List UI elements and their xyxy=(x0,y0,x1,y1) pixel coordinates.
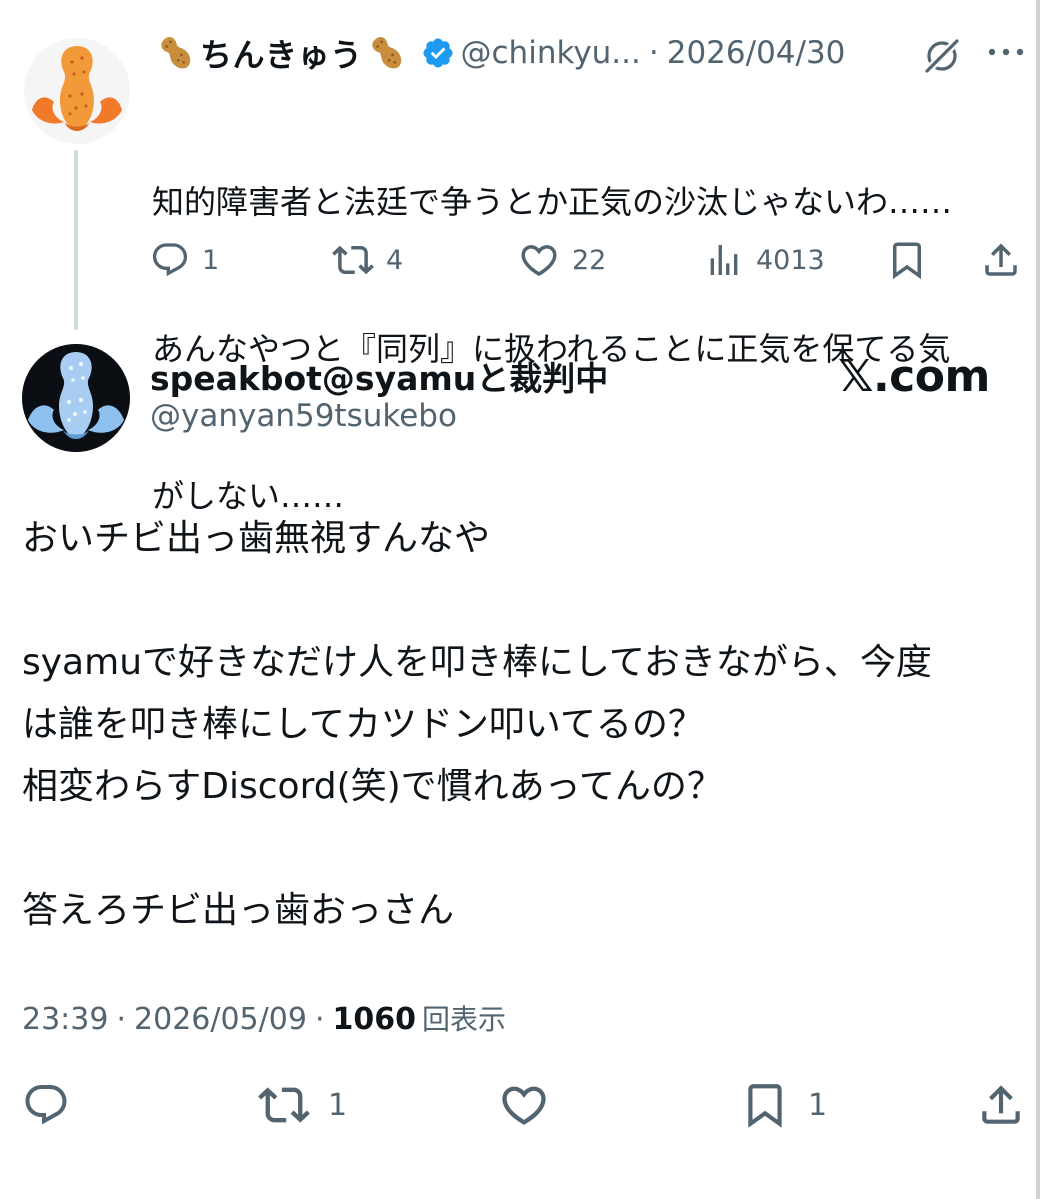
repost-icon xyxy=(258,1087,310,1123)
peanut-emoji-icon xyxy=(366,32,408,74)
main-author-avatar[interactable] xyxy=(22,344,130,452)
tweet-paragraph: syamuで好きなだけ人を叩き棒にしておきながら、今度 は誰を叩き棒にしてカツド… xyxy=(22,632,1022,818)
share-icon xyxy=(985,243,1017,276)
header-separator: · xyxy=(648,35,659,71)
parent-reply-button[interactable]: 1 xyxy=(150,236,219,284)
meta-separator: · xyxy=(116,1002,127,1037)
parent-repost-button[interactable]: 4 xyxy=(332,236,403,284)
reply-icon xyxy=(25,1085,67,1125)
like-icon xyxy=(521,245,557,277)
peanut-emoji-icon xyxy=(155,32,197,74)
x-com-logo: 𝕏.com xyxy=(838,350,990,402)
tweet-views-count: 1060 xyxy=(332,1002,416,1037)
main-author-handle[interactable]: @yanyan59tsukebo xyxy=(150,398,457,434)
tweet-line: 答えろチビ出っ歯おっさん xyxy=(22,890,455,931)
repost-count: 4 xyxy=(386,244,404,276)
tweet-paragraph: おいチビ出っ歯無視すんなや xyxy=(22,508,1022,570)
parent-bookmark-button[interactable] xyxy=(886,236,928,284)
main-like-button[interactable] xyxy=(498,1078,550,1132)
share-icon xyxy=(982,1085,1020,1124)
main-share-button[interactable] xyxy=(976,1078,1026,1132)
bookmark-icon xyxy=(893,242,921,280)
like-icon xyxy=(502,1086,546,1125)
main-bookmark-button[interactable]: 1 xyxy=(740,1078,827,1132)
scrollbar[interactable] xyxy=(1036,0,1040,1199)
parent-tweet-text: 知的障害者と法廷で争うとか正気の沙汰じゃないわ…… あんなやつと『同列』に扱われ… xyxy=(152,80,1032,570)
parent-views-button[interactable]: 4013 xyxy=(704,236,825,284)
reply-icon xyxy=(152,243,188,277)
parent-share-button[interactable] xyxy=(980,236,1022,284)
parent-tweet-date[interactable]: 2026/04/30 xyxy=(667,35,846,71)
main-tweet-text: おいチビ出っ歯無視すんなや syamuで好きなだけ人を叩き棒にしておきながら、今… xyxy=(22,508,1022,942)
parent-like-button[interactable]: 22 xyxy=(518,236,606,284)
parent-text-line: 知的障害者と法廷で争うとか正気の沙汰じゃないわ…… xyxy=(152,183,953,221)
tweet-paragraph: 答えろチビ出っ歯おっさん xyxy=(22,880,1022,942)
main-repost-button[interactable]: 1 xyxy=(258,1078,347,1132)
main-author-name[interactable]: speakbot@syamuと裁判中 xyxy=(150,352,608,400)
main-reply-button[interactable] xyxy=(22,1078,70,1132)
tweet-views-label: 回表示 xyxy=(421,1003,506,1036)
repost-count: 1 xyxy=(328,1087,348,1123)
parent-author-name[interactable]: ちんきゅう xyxy=(200,30,363,76)
parent-author-handle[interactable]: @chinkyu... xyxy=(461,35,641,71)
tweet-meta: 23:39 · 2026/05/09 · 1060 回表示 xyxy=(22,998,506,1038)
repost-icon xyxy=(332,245,374,275)
bookmark-icon xyxy=(748,1084,782,1128)
bookmark-count: 1 xyxy=(808,1087,828,1123)
reply-count: 1 xyxy=(202,244,220,276)
meta-separator: · xyxy=(314,1002,325,1037)
views-icon xyxy=(710,245,738,275)
tweet-date[interactable]: 2026/05/09 xyxy=(134,1002,307,1037)
tweet-time[interactable]: 23:39 xyxy=(22,1002,108,1037)
thread-connector-line xyxy=(74,150,78,330)
like-count: 22 xyxy=(572,244,607,276)
tweet-line: 相変わらすDiscord(笑)で慣れあってんの？ xyxy=(22,766,723,807)
parent-author-avatar[interactable] xyxy=(24,38,130,144)
tweet-line: おいチビ出っ歯無視すんなや xyxy=(22,518,491,559)
parent-tweet-header: ちんきゅう @chinkyu... · 2026/04/30 xyxy=(152,30,845,76)
views-count: 4013 xyxy=(756,244,825,276)
more-options-icon[interactable] xyxy=(986,44,1026,63)
verified-badge-icon xyxy=(421,36,455,70)
tweet-line: syamuで好きなだけ人を叩き棒にしておきながら、今度 xyxy=(22,642,932,683)
tweet-line: は誰を叩き棒にしてカツドン叩いてるの？ xyxy=(22,704,704,745)
grok-icon[interactable] xyxy=(920,34,964,82)
